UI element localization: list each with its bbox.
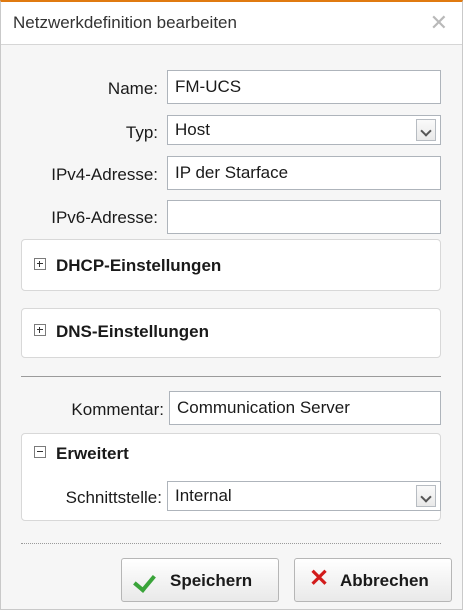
dhcp-panel-header[interactable]: DHCP-Einstellungen bbox=[34, 256, 221, 276]
ipv4-input[interactable]: IP der Starface bbox=[167, 156, 441, 190]
cancel-button-label: Abbrechen bbox=[340, 571, 429, 590]
checkmark-icon bbox=[133, 569, 156, 593]
kommentar-label: Kommentar: bbox=[71, 400, 164, 419]
dhcp-section-label: DHCP-Einstellungen bbox=[56, 256, 222, 275]
divider bbox=[21, 376, 441, 377]
typ-label: Typ: bbox=[125, 123, 158, 142]
dns-panel-header[interactable]: DNS-Einstellungen bbox=[34, 322, 209, 342]
close-icon: ✕ bbox=[309, 565, 330, 592]
expand-icon[interactable] bbox=[34, 324, 46, 336]
save-button-label: Speichern bbox=[170, 571, 253, 590]
ipv4-label: IPv4-Adresse: bbox=[51, 165, 158, 184]
kommentar-input[interactable]: Communication Server bbox=[169, 391, 441, 425]
schnittstelle-selected-value: Internal bbox=[175, 486, 232, 505]
typ-select[interactable]: Host bbox=[167, 115, 441, 145]
ipv6-label: IPv6-Adresse: bbox=[51, 208, 158, 227]
ipv6-input[interactable] bbox=[167, 200, 441, 234]
name-input[interactable]: FM-UCS bbox=[167, 70, 441, 104]
schnittstelle-select[interactable]: Internal bbox=[167, 481, 441, 511]
chevron-down-icon[interactable] bbox=[416, 485, 436, 507]
cancel-button[interactable]: ✕ Abbrechen bbox=[294, 558, 452, 602]
save-button[interactable]: Speichern bbox=[121, 558, 279, 602]
dialog-titlebar: Netzwerkdefinition bearbeiten ✕ bbox=[1, 2, 462, 45]
dns-section-label: DNS-Einstellungen bbox=[56, 322, 210, 341]
dialog-title: Netzwerkdefinition bearbeiten bbox=[13, 13, 237, 32]
dns-panel: DNS-Einstellungen bbox=[21, 308, 441, 358]
typ-selected-value: Host bbox=[175, 120, 210, 139]
network-definition-dialog: Netzwerkdefinition bearbeiten ✕ Name: FM… bbox=[0, 0, 463, 610]
erweitert-section-label: Erweitert bbox=[56, 444, 129, 463]
expand-icon[interactable] bbox=[34, 258, 46, 270]
name-label: Name: bbox=[107, 79, 158, 98]
erweitert-panel-header[interactable]: Erweitert bbox=[34, 444, 129, 464]
collapse-icon[interactable] bbox=[34, 446, 46, 458]
dhcp-panel: DHCP-Einstellungen bbox=[21, 239, 441, 291]
schnittstelle-label: Schnittstelle: bbox=[65, 488, 162, 507]
chevron-down-icon[interactable] bbox=[416, 119, 436, 141]
close-icon[interactable]: ✕ bbox=[430, 10, 448, 36]
dotted-separator bbox=[21, 543, 441, 544]
